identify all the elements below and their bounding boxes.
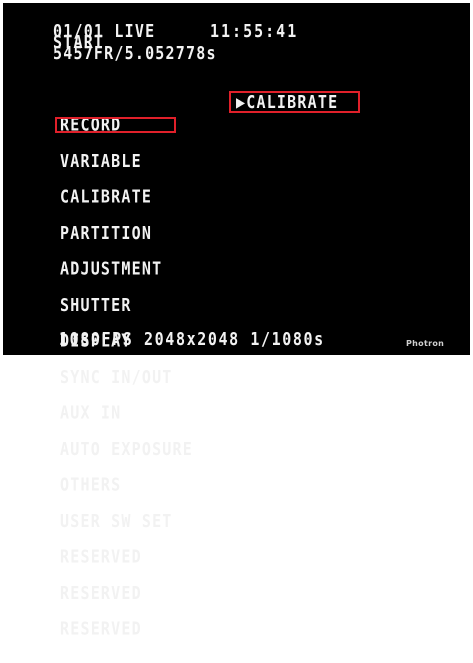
menu-item-others[interactable]: OTHERS — [60, 476, 193, 493]
menu-item-reserved-1[interactable]: RESERVED — [60, 548, 193, 565]
selected-item-highlight — [55, 117, 176, 133]
menu-item-reserved-2[interactable]: RESERVED — [60, 584, 193, 601]
menu-item-aux-in[interactable]: AUX IN — [60, 404, 193, 421]
submenu-calibrate[interactable]: ▶CALIBRATE — [236, 93, 338, 111]
clock: 11:55:41 — [210, 20, 299, 42]
menu-item-reserved-3[interactable]: RESERVED — [60, 620, 193, 637]
camera-osd-screen: 01/01 LIVE 11:55:41 START 5457FR/5.05277… — [3, 3, 470, 637]
menu-item-partition[interactable]: PARTITION — [60, 224, 193, 241]
menu-item-shutter[interactable]: SHUTTER — [60, 296, 193, 313]
brand-logo: Photron — [406, 339, 445, 348]
menu-item-user-sw-set[interactable]: USER SW SET — [60, 512, 193, 529]
main-menu: RECORD VARIABLE CALIBRATE PARTITION ADJU… — [60, 95, 193, 658]
capture-info: 1080FPS 2048x2048 1/1080s — [59, 328, 325, 350]
frame-counter: 5457FR/5.052778s — [53, 42, 217, 64]
menu-item-adjustment[interactable]: ADJUSTMENT — [60, 260, 193, 277]
menu-item-sync-in-out[interactable]: SYNC IN/OUT — [60, 368, 193, 385]
menu-item-calibrate[interactable]: CALIBRATE — [60, 188, 193, 205]
menu-item-auto-exposure[interactable]: AUTO EXPOSURE — [60, 440, 193, 457]
menu-item-variable[interactable]: VARIABLE — [60, 152, 193, 169]
